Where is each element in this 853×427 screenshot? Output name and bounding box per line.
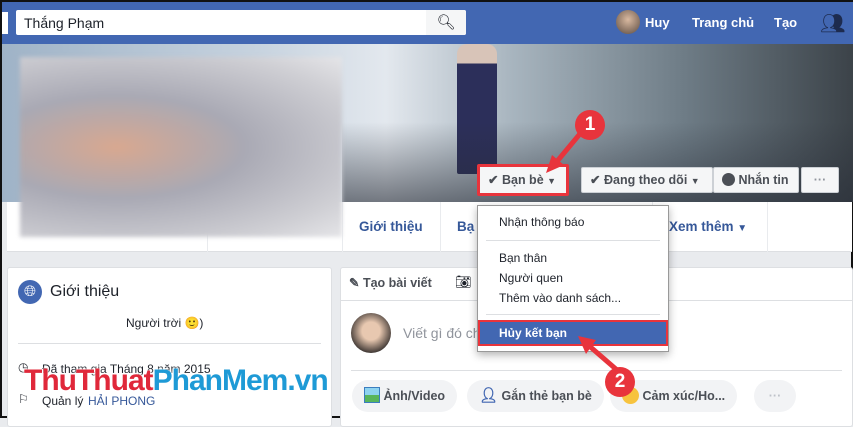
- watermark-part2: PhanMem.vn: [152, 364, 329, 397]
- menu-item-close-friends[interactable]: Bạn thân: [499, 251, 547, 265]
- nav-home[interactable]: Trang chủ: [692, 15, 754, 30]
- photo-video-label: Ảnh/Video: [383, 389, 446, 403]
- globe-icon: 🌐︎: [18, 280, 42, 304]
- facebook-logo[interactable]: [2, 12, 8, 34]
- post-input[interactable]: Viết gì đó cho: [403, 325, 488, 341]
- watermark: ThuThuatPhanMem.vn: [24, 364, 329, 398]
- more-actions-button[interactable]: ···: [754, 380, 796, 412]
- intro-title: Giới thiệu: [50, 283, 120, 300]
- photo-video-button[interactable]: Ảnh/Video: [352, 380, 458, 412]
- divider: [486, 240, 660, 241]
- following-label: Đang theo dõi: [603, 173, 688, 187]
- tab-about[interactable]: Giới thiệu: [342, 202, 439, 252]
- profile-picture[interactable]: [20, 57, 342, 237]
- avatar[interactable]: [616, 10, 640, 34]
- divider: [486, 314, 660, 315]
- tag-friend-icon: 👤︎: [479, 387, 499, 404]
- friends-label: Bạn bè: [501, 173, 544, 187]
- caret-down-icon: ▼: [737, 223, 748, 234]
- intro-bio: Người trời 🙂): [126, 316, 204, 330]
- nav-profile[interactable]: Huy: [645, 15, 670, 30]
- friend-requests-icon[interactable]: 👥︎: [820, 11, 845, 36]
- avatar: [351, 313, 391, 353]
- more-options-button[interactable]: ···: [801, 167, 839, 193]
- pencil-icon: ✎: [349, 276, 360, 290]
- tag-friends-label: Gắn thẻ bạn bè: [501, 389, 592, 403]
- tab-create-post[interactable]: ✎ Tạo bài viết: [349, 275, 432, 290]
- annotation-badge-2: 2: [605, 367, 635, 397]
- photo-icon: [364, 387, 380, 403]
- menu-item-acquaintances[interactable]: Người quen: [499, 271, 563, 285]
- tag-friends-button[interactable]: 👤︎ Gắn thẻ bạn bè: [467, 380, 604, 412]
- menu-item-add-to-list[interactable]: Thêm vào danh sách...: [499, 291, 621, 305]
- messenger-icon: [722, 173, 735, 186]
- message-label: Nhắn tin: [738, 173, 789, 187]
- check-icon: ✔: [488, 173, 499, 187]
- camera-icon[interactable]: 📷︎: [455, 274, 472, 290]
- create-post-label: Tạo bài viết: [362, 276, 432, 290]
- search-input[interactable]: Thắng Phạm 🔍︎: [16, 10, 466, 35]
- search-icon[interactable]: 🔍︎: [426, 10, 466, 35]
- message-button[interactable]: Nhắn tin: [713, 167, 799, 193]
- divider: [767, 202, 768, 252]
- tab-more-label: Xem thêm: [669, 219, 734, 234]
- intro-card: 🌐︎ Giới thiệu Người trời 🙂) ◷ Đã tham gi…: [7, 267, 332, 427]
- caret-down-icon: ▼: [690, 176, 700, 186]
- friends-dropdown-menu: Nhận thông báo Bạn thân Người quen Thêm …: [477, 205, 669, 352]
- feeling-label: Cảm xúc/Ho...: [642, 389, 726, 403]
- top-navbar: Thắng Phạm 🔍︎ Huy Trang chủ Tạo 👥︎: [2, 2, 853, 44]
- caret-down-icon: ▼: [547, 176, 557, 186]
- divider: [18, 343, 321, 344]
- annotation-badge-1: 1: [575, 110, 605, 140]
- menu-item-notifications[interactable]: Nhận thông báo: [499, 215, 584, 229]
- watermark-part1: ThuThuat: [24, 364, 154, 397]
- nav-create[interactable]: Tạo: [774, 15, 797, 30]
- search-value: Thắng Phạm: [24, 15, 105, 31]
